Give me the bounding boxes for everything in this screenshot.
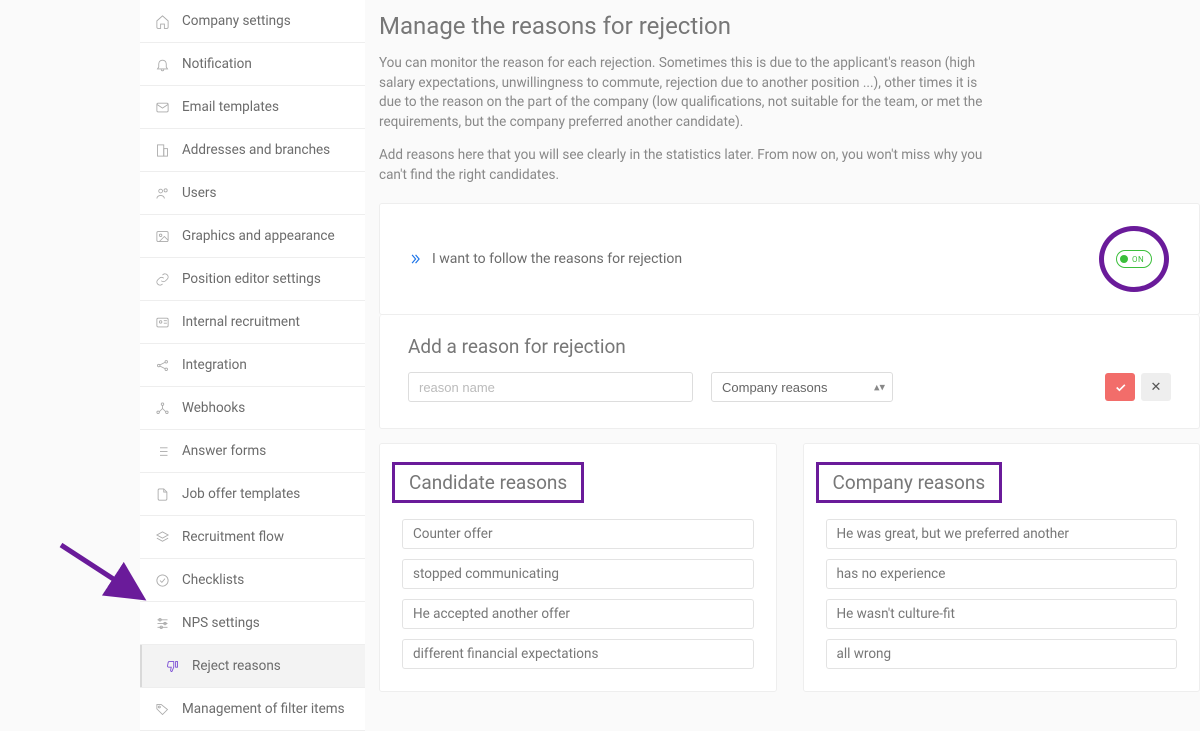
- sidebar-item-label: Checklists: [182, 572, 244, 588]
- add-reason-title: Add a reason for rejection: [408, 335, 1171, 358]
- list-item[interactable]: stopped communicating: [402, 559, 754, 589]
- users-icon: [154, 185, 170, 201]
- add-reason-card: Add a reason for rejection Company reaso…: [379, 315, 1200, 429]
- sidebar-item-email-templates[interactable]: Email templates: [140, 86, 365, 129]
- list-item[interactable]: He wasn't culture-fit: [826, 599, 1178, 629]
- sidebar-item-position-editor[interactable]: Position editor settings: [140, 258, 365, 301]
- share-icon: [154, 357, 170, 373]
- sidebar-item-webhooks[interactable]: Webhooks: [140, 387, 365, 430]
- list-item[interactable]: has no experience: [826, 559, 1178, 589]
- company-reasons-column: Company reasons He was great, but we pre…: [803, 443, 1200, 692]
- chevrons-right-icon: [408, 252, 422, 266]
- sidebar-item-label: Integration: [182, 357, 247, 373]
- tag-icon: [154, 701, 170, 717]
- layers-icon: [154, 529, 170, 545]
- sidebar-item-label: Email templates: [182, 99, 279, 115]
- sidebar-item-label: Users: [182, 185, 216, 201]
- reason-category-select[interactable]: Company reasons: [711, 372, 893, 402]
- follow-reasons-label: I want to follow the reasons for rejecti…: [432, 251, 682, 267]
- reason-name-input[interactable]: [408, 372, 693, 402]
- sidebar-item-company-settings[interactable]: Company settings: [140, 0, 365, 43]
- file-icon: [154, 486, 170, 502]
- sidebar-item-graphics[interactable]: Graphics and appearance: [140, 215, 365, 258]
- highlight-ring: [1099, 226, 1169, 292]
- follow-reasons-card: I want to follow the reasons for rejecti…: [379, 203, 1200, 315]
- sidebar-item-checklists[interactable]: Checklists: [140, 559, 365, 602]
- link-icon: [154, 271, 170, 287]
- sidebar-item-recruitment-flow[interactable]: Recruitment flow: [140, 516, 365, 559]
- sidebar-item-label: Recruitment flow: [182, 529, 284, 545]
- sidebar-item-addresses[interactable]: Addresses and branches: [140, 129, 365, 172]
- intro-text: You can monitor the reason for each reje…: [379, 54, 999, 185]
- sidebar-item-users[interactable]: Users: [140, 172, 365, 215]
- sidebar-item-integration[interactable]: Integration: [140, 344, 365, 387]
- sidebar-item-label: Management of filter items: [182, 701, 345, 717]
- sidebar-item-label: Webhooks: [182, 400, 245, 416]
- sidebar-item-label: Graphics and appearance: [182, 228, 335, 244]
- bell-icon: [154, 56, 170, 72]
- list-item[interactable]: He was great, but we preferred another: [826, 519, 1178, 549]
- page-title: Manage the reasons for rejection: [379, 12, 1200, 40]
- sidebar-item-job-offer-templates[interactable]: Job offer templates: [140, 473, 365, 516]
- id-icon: [154, 314, 170, 330]
- candidate-reasons-column: Candidate reasons Counter offer stopped …: [379, 443, 777, 692]
- main-content: Manage the reasons for rejection You can…: [365, 0, 1200, 731]
- sidebar-item-answer-forms[interactable]: Answer forms: [140, 430, 365, 473]
- sidebar-item-reject-reasons[interactable]: Reject reasons: [140, 645, 365, 688]
- list-item[interactable]: Counter offer: [402, 519, 754, 549]
- node-icon: [154, 400, 170, 416]
- list-item[interactable]: all wrong: [826, 639, 1178, 669]
- sidebar-item-label: Notification: [182, 56, 252, 72]
- candidate-reasons-title: Candidate reasons: [392, 462, 584, 503]
- mail-icon: [154, 99, 170, 115]
- sidebar-item-filter-items[interactable]: Management of filter items: [140, 688, 365, 731]
- sidebar-item-nps-settings[interactable]: NPS settings: [140, 602, 365, 645]
- home-icon: [154, 13, 170, 29]
- list-item[interactable]: different financial expectations: [402, 639, 754, 669]
- sidebar-item-label: NPS settings: [182, 615, 260, 631]
- intro-paragraph-2: Add reasons here that you will see clear…: [379, 146, 999, 185]
- confirm-add-button[interactable]: [1105, 373, 1135, 401]
- sidebar-item-label: Answer forms: [182, 443, 266, 459]
- cancel-add-button[interactable]: ✕: [1141, 373, 1171, 401]
- sidebar-item-label: Position editor settings: [182, 271, 321, 287]
- list-icon: [154, 443, 170, 459]
- sidebar-item-notification[interactable]: Notification: [140, 43, 365, 86]
- list-item[interactable]: He accepted another offer: [402, 599, 754, 629]
- sidebar-item-label: Internal recruitment: [182, 314, 300, 330]
- checkcircle-icon: [154, 572, 170, 588]
- sidebar-item-label: Job offer templates: [182, 486, 300, 502]
- intro-paragraph-1: You can monitor the reason for each reje…: [379, 54, 999, 132]
- settings-sidebar: Company settings Notification Email temp…: [140, 0, 365, 731]
- sidebar-item-internal-recruitment[interactable]: Internal recruitment: [140, 301, 365, 344]
- building-icon: [154, 142, 170, 158]
- company-reasons-title: Company reasons: [816, 462, 1003, 503]
- sliders-icon: [154, 615, 170, 631]
- sidebar-item-label: Company settings: [182, 13, 291, 29]
- image-icon: [154, 228, 170, 244]
- sidebar-item-label: Addresses and branches: [182, 142, 330, 158]
